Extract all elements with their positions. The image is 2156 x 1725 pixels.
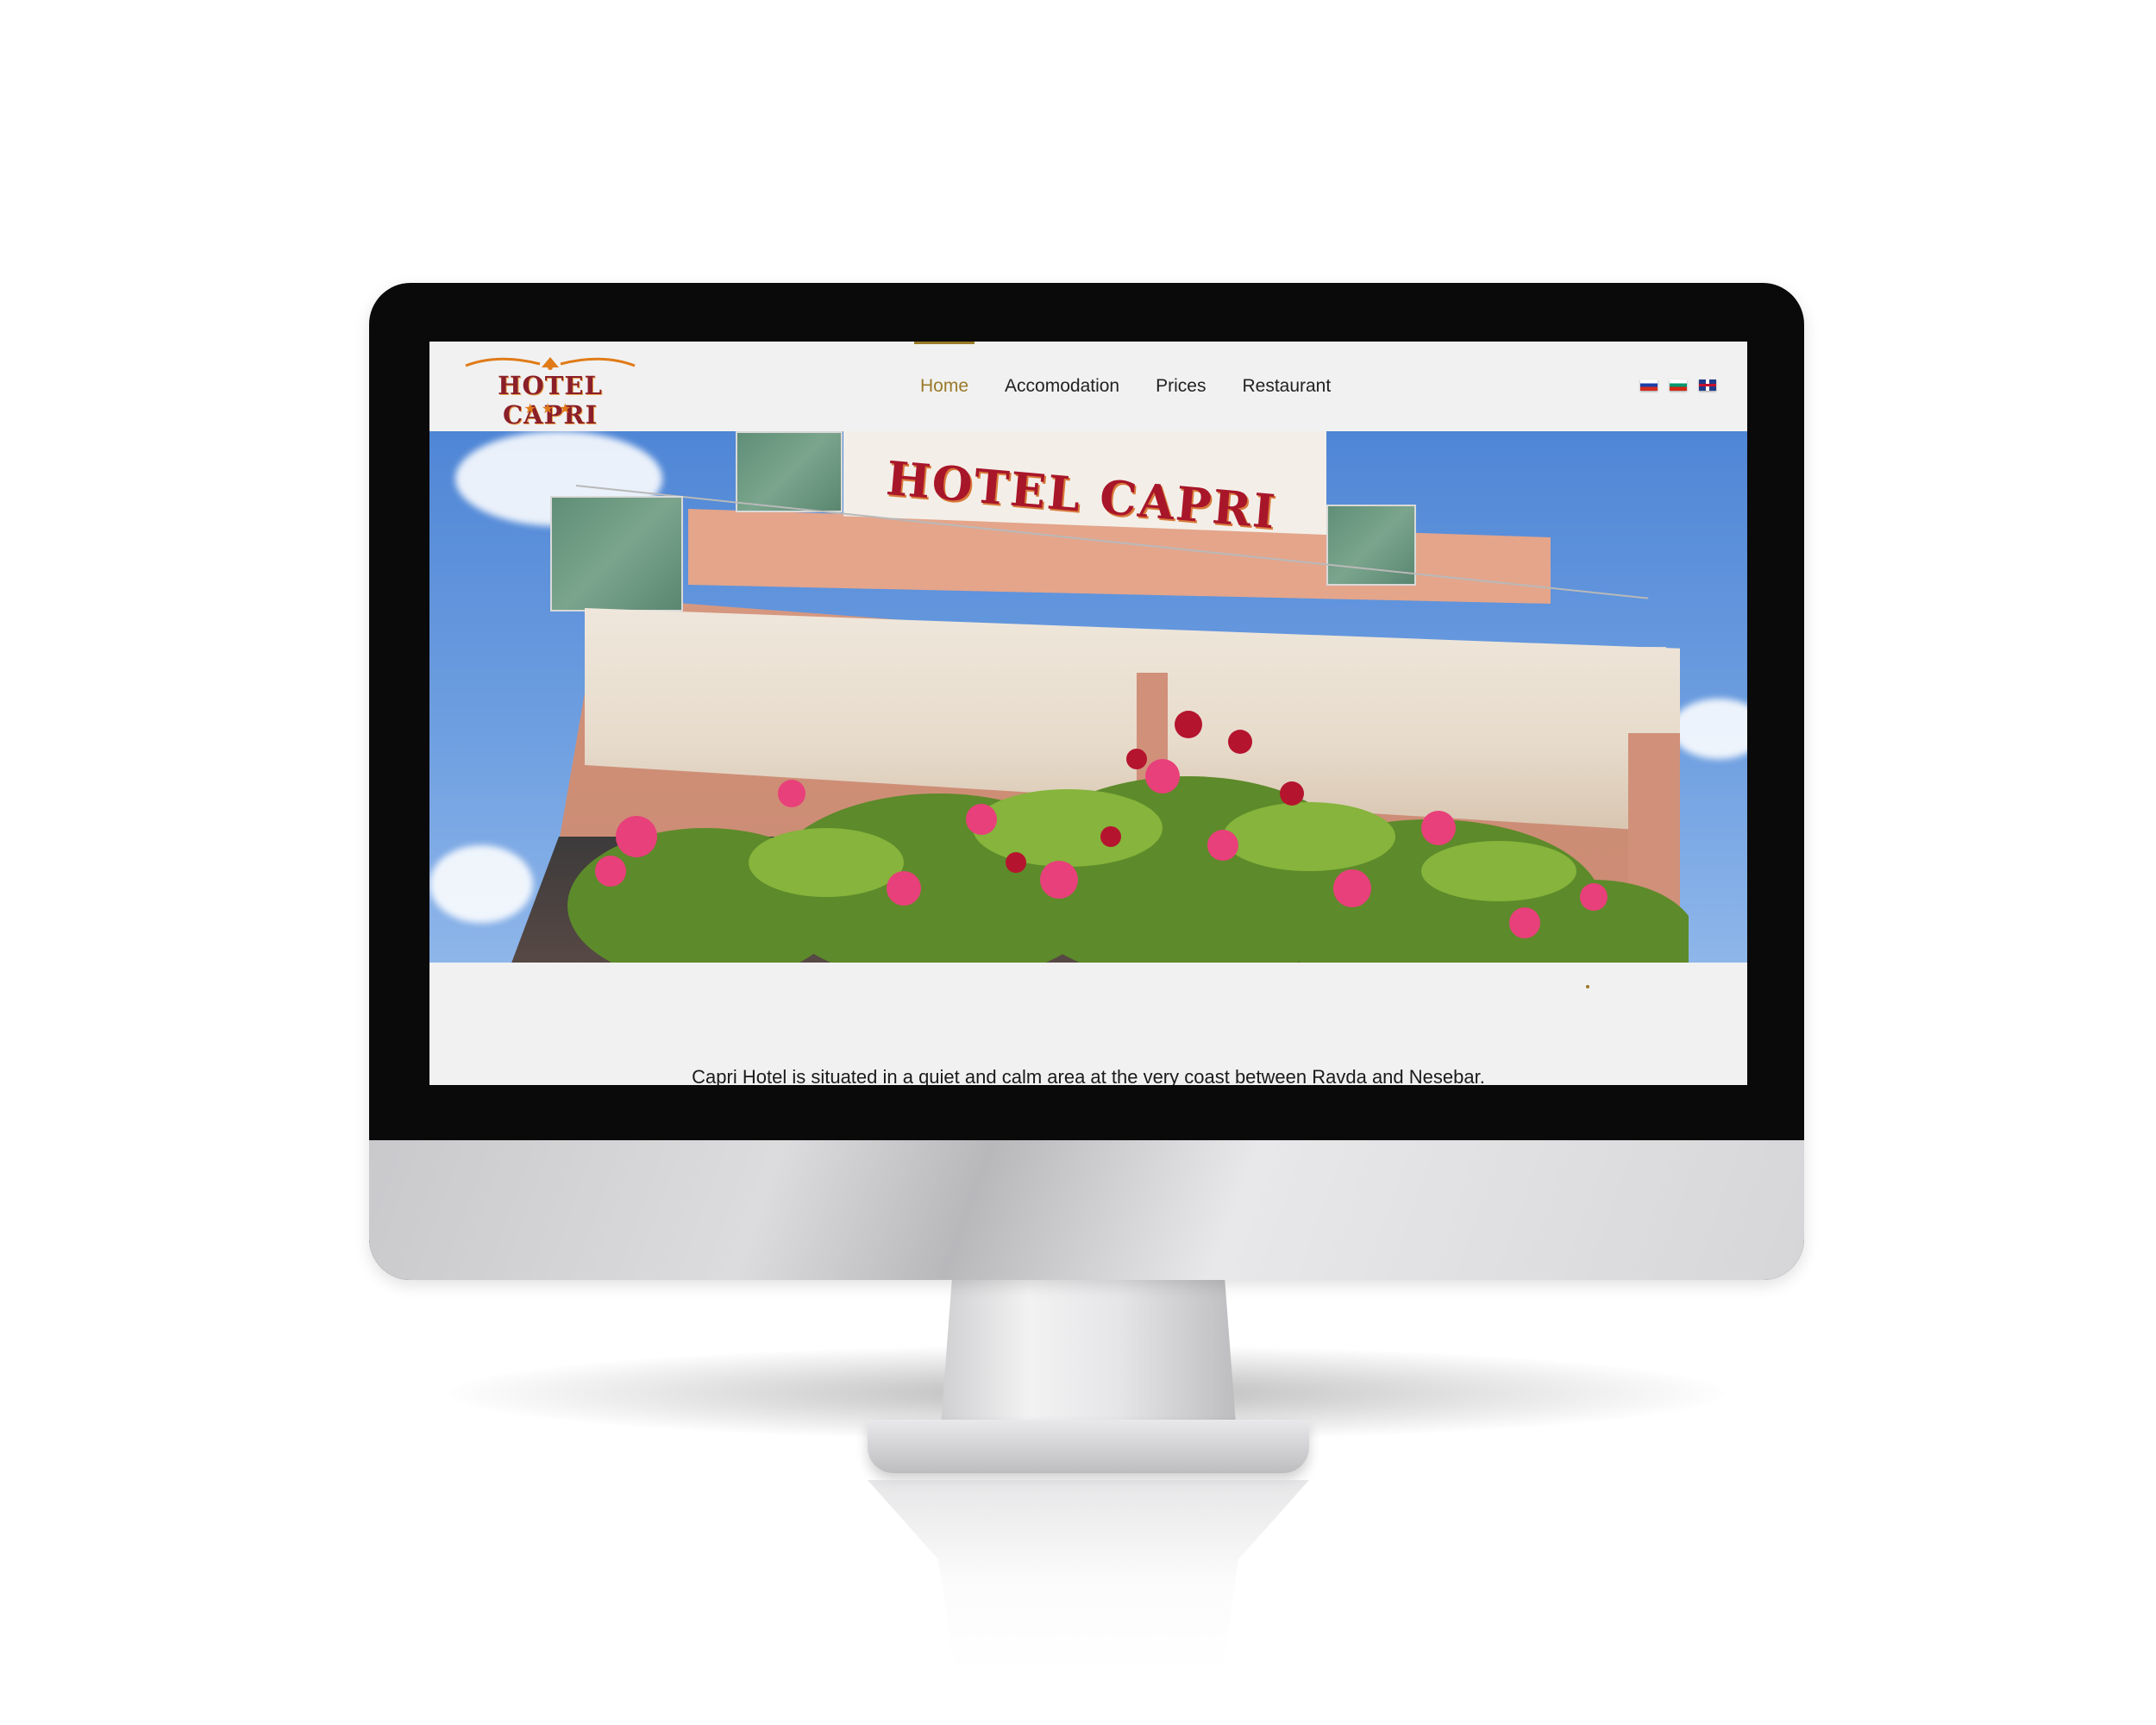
monitor-stand xyxy=(940,1280,1237,1435)
flag-bulgaria-icon[interactable] xyxy=(1670,380,1687,391)
hero-image: HOTEL CAPRI xyxy=(429,431,1747,963)
language-switcher xyxy=(1640,380,1716,391)
imac-monitor: HOTEL CAPRI ★★★ Home Accomodation Prices… xyxy=(369,283,1804,1280)
slider-indicator-dot[interactable] xyxy=(1586,985,1589,988)
nav-item-restaurant[interactable]: Restaurant xyxy=(1224,342,1349,431)
monitor-reflection xyxy=(868,1480,1309,1678)
monitor-chin xyxy=(369,1140,1804,1280)
glass-panel xyxy=(736,431,843,512)
nav-item-home[interactable]: Home xyxy=(902,342,987,431)
flag-united-kingdom-icon[interactable] xyxy=(1699,380,1716,391)
flag-russia-icon[interactable] xyxy=(1640,380,1658,391)
nav-item-prices[interactable]: Prices xyxy=(1138,342,1224,431)
logo-stars: ★★★ xyxy=(523,400,577,417)
oleander-flowers xyxy=(567,711,1689,963)
main-navigation: Home Accomodation Prices Restaurant xyxy=(902,342,1349,431)
intro-paragraph: Capri Hotel is situated in a quiet and c… xyxy=(692,1066,1485,1085)
site-header: HOTEL CAPRI ★★★ Home Accomodation Prices… xyxy=(429,342,1747,431)
website-screen: HOTEL CAPRI ★★★ Home Accomodation Prices… xyxy=(429,342,1747,1085)
glass-panel xyxy=(1326,505,1416,586)
nav-item-accomodation[interactable]: Accomodation xyxy=(987,342,1138,431)
logo-ornament-icon xyxy=(465,357,636,370)
monitor-stand-base xyxy=(868,1420,1309,1473)
glass-panel xyxy=(550,496,683,612)
cloud xyxy=(429,845,533,923)
hotel-logo[interactable]: HOTEL CAPRI ★★★ xyxy=(455,355,645,430)
